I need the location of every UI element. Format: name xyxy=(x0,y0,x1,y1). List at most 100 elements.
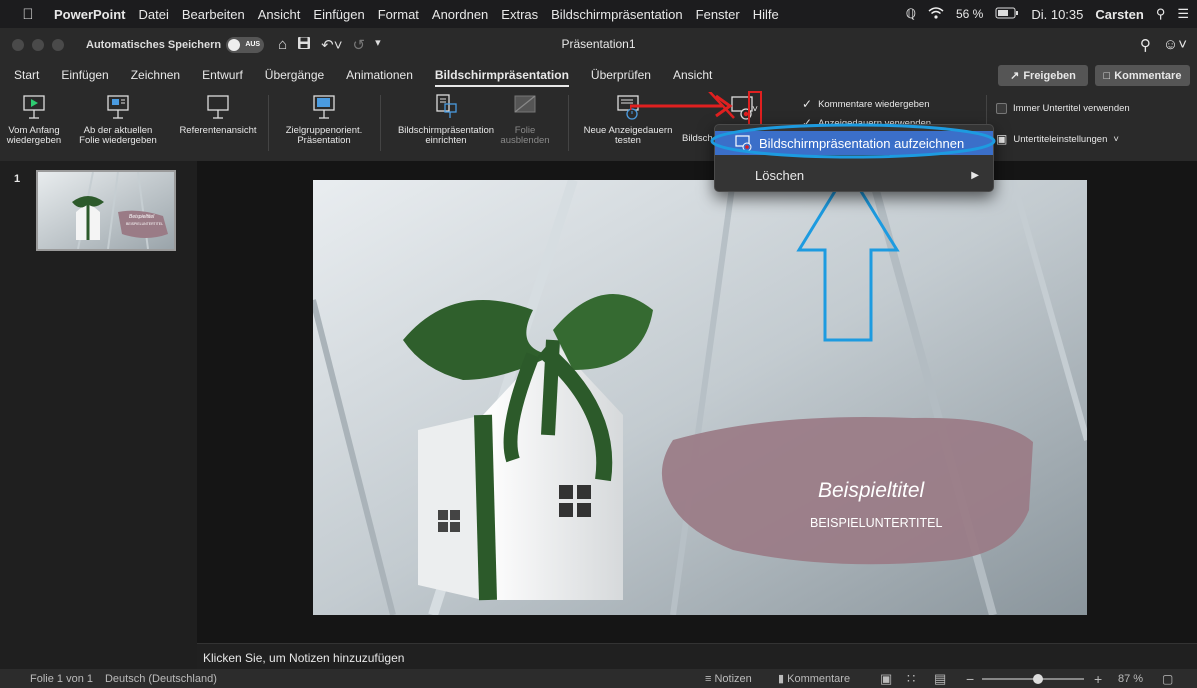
play-narrations-label: Kommentare wiedergeben xyxy=(818,98,930,110)
thumbnail-title: Beispieltitel xyxy=(129,214,155,220)
slide-background-photo xyxy=(313,180,1087,615)
notes-toggle[interactable]: ≡ Notizen xyxy=(705,673,752,685)
fit-to-window-icon[interactable]: ▢ xyxy=(1162,672,1173,686)
slide-number: 1 xyxy=(14,173,21,185)
normal-view-icon[interactable]: ▣ xyxy=(880,671,892,687)
window-titlebar: Automatisches Speichern AUS ⌂ ↶˅ ↺ ▾ Prä… xyxy=(0,28,1197,61)
tab-start[interactable]: Start xyxy=(14,68,39,82)
close-window-button[interactable] xyxy=(12,38,24,51)
tab-animationen[interactable]: Animationen xyxy=(346,68,413,82)
setup-show-button[interactable]: Bildschirmpräsentation einrichten xyxy=(388,93,504,146)
notes-placeholder: Klicken Sie, um Notizen hinzuzufügen xyxy=(203,651,405,665)
clock[interactable]: Di. 10:35 xyxy=(1031,7,1083,22)
menu-item-clear[interactable]: Löschen ▶ xyxy=(715,163,993,187)
menu-ansicht[interactable]: Ansicht xyxy=(258,7,301,22)
slide-counter: Folie 1 von 1 xyxy=(30,672,93,685)
menu-bildschirmpraesentation[interactable]: Bildschirmpräsentation xyxy=(551,7,683,22)
chevron-down-icon: ˅ xyxy=(1113,133,1119,145)
tab-einfuegen[interactable]: Einfügen xyxy=(61,68,108,82)
zoom-slider[interactable] xyxy=(982,674,1084,684)
always-subtitles-checkbox[interactable]: Immer Untertitel verwenden xyxy=(996,103,1130,114)
wifi-icon[interactable] xyxy=(928,6,944,22)
tab-bildschirmpraesentation[interactable]: Bildschirmpräsentation xyxy=(434,68,569,87)
clear-label: Löschen xyxy=(755,167,805,183)
hide-slide-button[interactable]: Folie ausblenden xyxy=(500,93,550,146)
battery-icon[interactable] xyxy=(995,7,1019,22)
ribbon-separator xyxy=(380,95,381,151)
ribbon: Vom Anfang wiedergeben Ab der aktuellen … xyxy=(0,89,1197,161)
custom-show-button[interactable]: Zielgruppenorient. Präsentation xyxy=(272,93,376,146)
comments-button[interactable]: □ Kommentare xyxy=(1095,65,1190,86)
minimize-window-button[interactable] xyxy=(32,38,44,51)
menu-extras[interactable]: Extras xyxy=(501,7,538,22)
menu-fenster[interactable]: Fenster xyxy=(696,7,740,22)
language-status[interactable]: Deutsch (Deutschland) xyxy=(105,673,217,685)
presenter-view-label: Referentenansicht xyxy=(179,125,257,136)
play-from-start-line2: wiedergeben xyxy=(6,135,62,146)
zoom-in-button[interactable]: + xyxy=(1094,671,1102,687)
search-icon[interactable]: ⚲ xyxy=(1140,36,1151,54)
menu-bearbeiten[interactable]: Bearbeiten xyxy=(182,7,245,22)
subtitle-settings-label: Untertiteleinstellungen xyxy=(1013,133,1108,145)
slide-thumbnail-panel: 1 Beispieltitel BEISPIELUNTERTITEL xyxy=(0,161,197,669)
custom-show-line2: Präsentation xyxy=(297,135,351,146)
setup-show-icon xyxy=(436,94,457,118)
slide-thumbnail[interactable]: Beispieltitel BEISPIELUNTERTITEL xyxy=(36,170,176,251)
comments-toggle-label: Kommentare xyxy=(787,673,851,685)
hide-slide-line2: ausblenden xyxy=(500,135,550,146)
autosave-toggle[interactable]: AUS xyxy=(226,36,265,53)
slide-canvas[interactable]: Beispieltitel BEISPIELUNTERTITEL xyxy=(313,180,1087,615)
zoom-out-button[interactable]: − xyxy=(966,671,974,687)
user-name[interactable]: Carsten xyxy=(1095,7,1143,22)
menu-format[interactable]: Format xyxy=(378,7,419,22)
thumbnail-subtitle: BEISPIELUNTERTITEL xyxy=(126,222,164,226)
home-icon[interactable]: ⌂ xyxy=(278,36,287,54)
play-from-start-icon xyxy=(23,95,45,119)
feedback-smiley-icon[interactable]: ☺˅ xyxy=(1163,36,1187,53)
annotation-blue-arrow xyxy=(796,167,900,342)
tab-zeichnen[interactable]: Zeichnen xyxy=(131,68,180,82)
zoom-slider-knob[interactable] xyxy=(1032,674,1043,684)
play-narrations-checkbox[interactable]: ✓ Kommentare wiedergeben xyxy=(802,97,930,111)
play-from-current-button[interactable]: Ab der aktuellen Folie wiedergeben xyxy=(66,93,170,146)
control-center-icon[interactable]: ☰ xyxy=(1177,6,1189,22)
save-icon[interactable] xyxy=(297,36,311,54)
presenter-view-button[interactable]: Referentenansicht xyxy=(172,93,264,136)
spotlight-search-icon[interactable]: ⚲ xyxy=(1156,6,1166,22)
redo-icon[interactable]: ↺ xyxy=(352,36,365,54)
thumbnail-image xyxy=(38,172,174,249)
customize-toolbar-icon[interactable]: ▾ xyxy=(375,36,381,54)
zoom-level[interactable]: 87 % xyxy=(1118,673,1143,685)
share-button[interactable]: ↗ Freigeben xyxy=(998,65,1088,86)
submenu-arrow-icon: ▶ xyxy=(971,169,979,181)
bluetooth-icon[interactable]: ℚ xyxy=(906,6,916,22)
menu-anordnen[interactable]: Anordnen xyxy=(432,7,488,22)
quick-access-toolbar: ⌂ ↶˅ ↺ ▾ xyxy=(278,36,381,54)
menu-app-name[interactable]: PowerPoint xyxy=(54,7,126,22)
menu-hilfe[interactable]: Hilfe xyxy=(753,7,779,22)
apple-icon[interactable]:  xyxy=(16,6,40,23)
play-from-current-icon xyxy=(107,95,129,119)
subtitle-settings-button[interactable]: ▣ Untertiteleinstellungen ˅ xyxy=(996,132,1119,146)
status-bar: Folie 1 von 1 Deutsch (Deutschland) ≡ No… xyxy=(0,669,1197,688)
comments-toggle[interactable]: ▮ Kommentare xyxy=(778,672,850,685)
tab-entwurf[interactable]: Entwurf xyxy=(202,68,243,82)
comments-label: Kommentare xyxy=(1114,69,1182,82)
comment-icon: □ xyxy=(1103,69,1111,82)
zoom-window-button[interactable] xyxy=(52,38,64,51)
ribbon-separator xyxy=(268,95,269,151)
window-controls xyxy=(12,38,64,51)
reading-view-icon[interactable]: ▤ xyxy=(934,671,946,687)
notes-pane[interactable]: Klicken Sie, um Notizen hinzuzufügen xyxy=(197,643,1197,669)
undo-icon[interactable]: ↶˅ xyxy=(321,36,342,54)
tab-ueberpruefen[interactable]: Überprüfen xyxy=(591,68,651,82)
slide-subtitle[interactable]: BEISPIELUNTERTITEL xyxy=(810,516,942,530)
menu-datei[interactable]: Datei xyxy=(139,7,169,22)
slide-title[interactable]: Beispieltitel xyxy=(818,479,924,503)
play-from-start-button[interactable]: Vom Anfang wiedergeben xyxy=(4,93,64,146)
menu-einfuegen[interactable]: Einfügen xyxy=(313,7,364,22)
tab-uebergaenge[interactable]: Übergänge xyxy=(265,68,324,82)
share-label: Freigeben xyxy=(1023,69,1076,82)
slide-sorter-icon[interactable]: ∷ xyxy=(907,671,915,687)
tab-ansicht[interactable]: Ansicht xyxy=(673,68,712,82)
